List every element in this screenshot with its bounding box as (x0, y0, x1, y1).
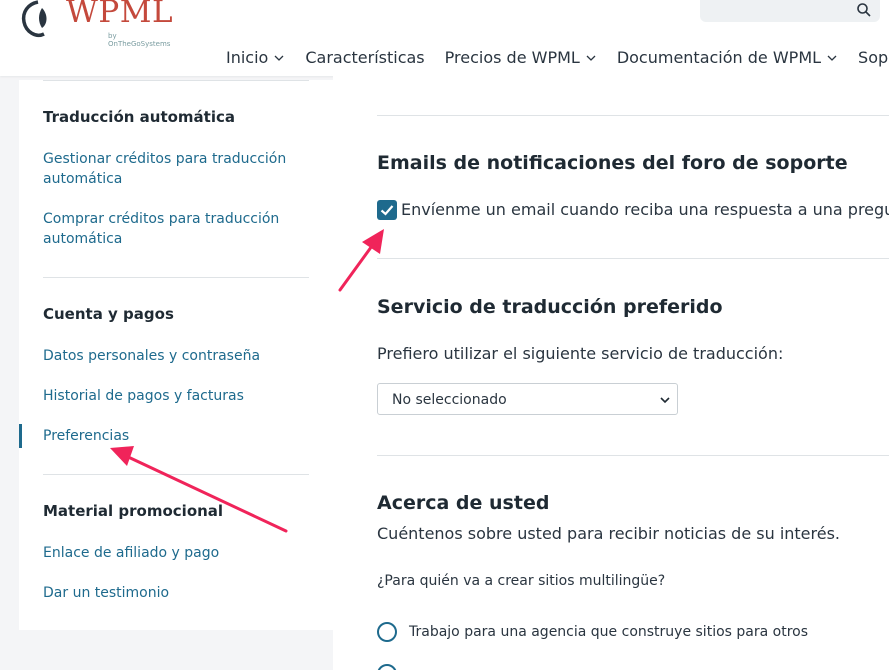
nav-item-inicio[interactable]: Inicio (226, 48, 285, 67)
email-notification-checkbox[interactable] (377, 200, 397, 220)
chevron-down-icon (586, 55, 596, 61)
chevron-down-icon (660, 397, 670, 404)
sidebar-link-testimonio[interactable]: Dar un testimonio (43, 583, 293, 603)
sidebar-divider (43, 80, 309, 81)
wpml-logo[interactable]: WPML by OnTheGoSystems (18, 0, 178, 48)
logo-mark-icon (21, 0, 47, 37)
chevron-down-icon (827, 55, 837, 61)
translation-service-select[interactable]: No seleccionado (377, 383, 678, 415)
search-input[interactable] (700, 0, 880, 22)
section-divider (377, 455, 889, 456)
translation-service-heading: Servicio de traducción preferido (377, 296, 723, 318)
sidebar-heading-material: Material promocional (43, 502, 224, 520)
nav-item-label: Documentación de WPML (616, 48, 822, 67)
nav-item-label: Inicio (226, 48, 269, 67)
sidebar-link-datos-personales[interactable]: Datos personales y contraseña (43, 346, 293, 366)
chevron-down-icon (274, 55, 284, 61)
sidebar-heading-cuenta: Cuenta y pagos (43, 305, 174, 323)
nav-item-label: Características (305, 48, 425, 67)
nav-item-label: Soporte (858, 48, 889, 67)
nav-item-caracteristicas[interactable]: Características (305, 48, 424, 67)
logo-text: WPML (66, 0, 174, 30)
about-section-heading: Acerca de usted (377, 492, 550, 514)
radio-agency[interactable] (377, 622, 397, 642)
preferences-panel: Emails de notificaciones del foro de sop… (333, 76, 889, 670)
sidebar-link-afiliado[interactable]: Enlace de afiliado y pago (43, 543, 293, 563)
nav-item-soporte[interactable]: Soporte (858, 48, 889, 67)
emails-section-heading: Emails de notificaciones del foro de sop… (377, 152, 848, 174)
about-question: ¿Para quién va a crear sitios multilingü… (377, 573, 666, 589)
section-divider (377, 115, 889, 116)
account-sidebar: Traducción automática Gestionar créditos… (19, 80, 333, 630)
email-notification-label[interactable]: Envíenme un email cuando reciba una resp… (401, 200, 889, 219)
sidebar-link-comprar-creditos[interactable]: Comprar créditos para traducción automát… (43, 209, 293, 249)
nav-item-label: Precios de WPML (444, 48, 580, 67)
about-description: Cuéntenos sobre usted para recibir notic… (377, 524, 841, 543)
select-value: No seleccionado (392, 392, 507, 408)
sidebar-divider (43, 474, 309, 475)
section-divider (377, 258, 889, 259)
sidebar-active-indicator (19, 424, 22, 448)
nav-item-documentacion[interactable]: Documentación de WPML (617, 48, 838, 67)
translation-service-prompt: Prefiero utilizar el siguiente servicio … (377, 344, 784, 363)
checkmark-icon (380, 205, 394, 216)
sidebar-divider (43, 277, 309, 278)
sidebar-link-historial-pagos[interactable]: Historial de pagos y facturas (43, 386, 293, 406)
radio-agency-label[interactable]: Trabajo para una agencia que construye s… (409, 624, 808, 640)
sidebar-link-preferencias[interactable]: Preferencias (43, 426, 293, 446)
site-header: WPML by OnTheGoSystems Inicio Caracterís… (0, 0, 889, 76)
logo-subtitle: by OnTheGoSystems (108, 32, 171, 48)
main-nav: Inicio Características Precios de WPML D… (226, 48, 889, 67)
radio-option-next[interactable] (377, 664, 397, 670)
sidebar-link-gestionar-creditos[interactable]: Gestionar créditos para traducción autom… (43, 149, 293, 189)
sidebar-heading-traduccion: Traducción automática (43, 108, 236, 126)
nav-item-precios[interactable]: Precios de WPML (445, 48, 597, 67)
search-icon[interactable] (856, 2, 872, 18)
